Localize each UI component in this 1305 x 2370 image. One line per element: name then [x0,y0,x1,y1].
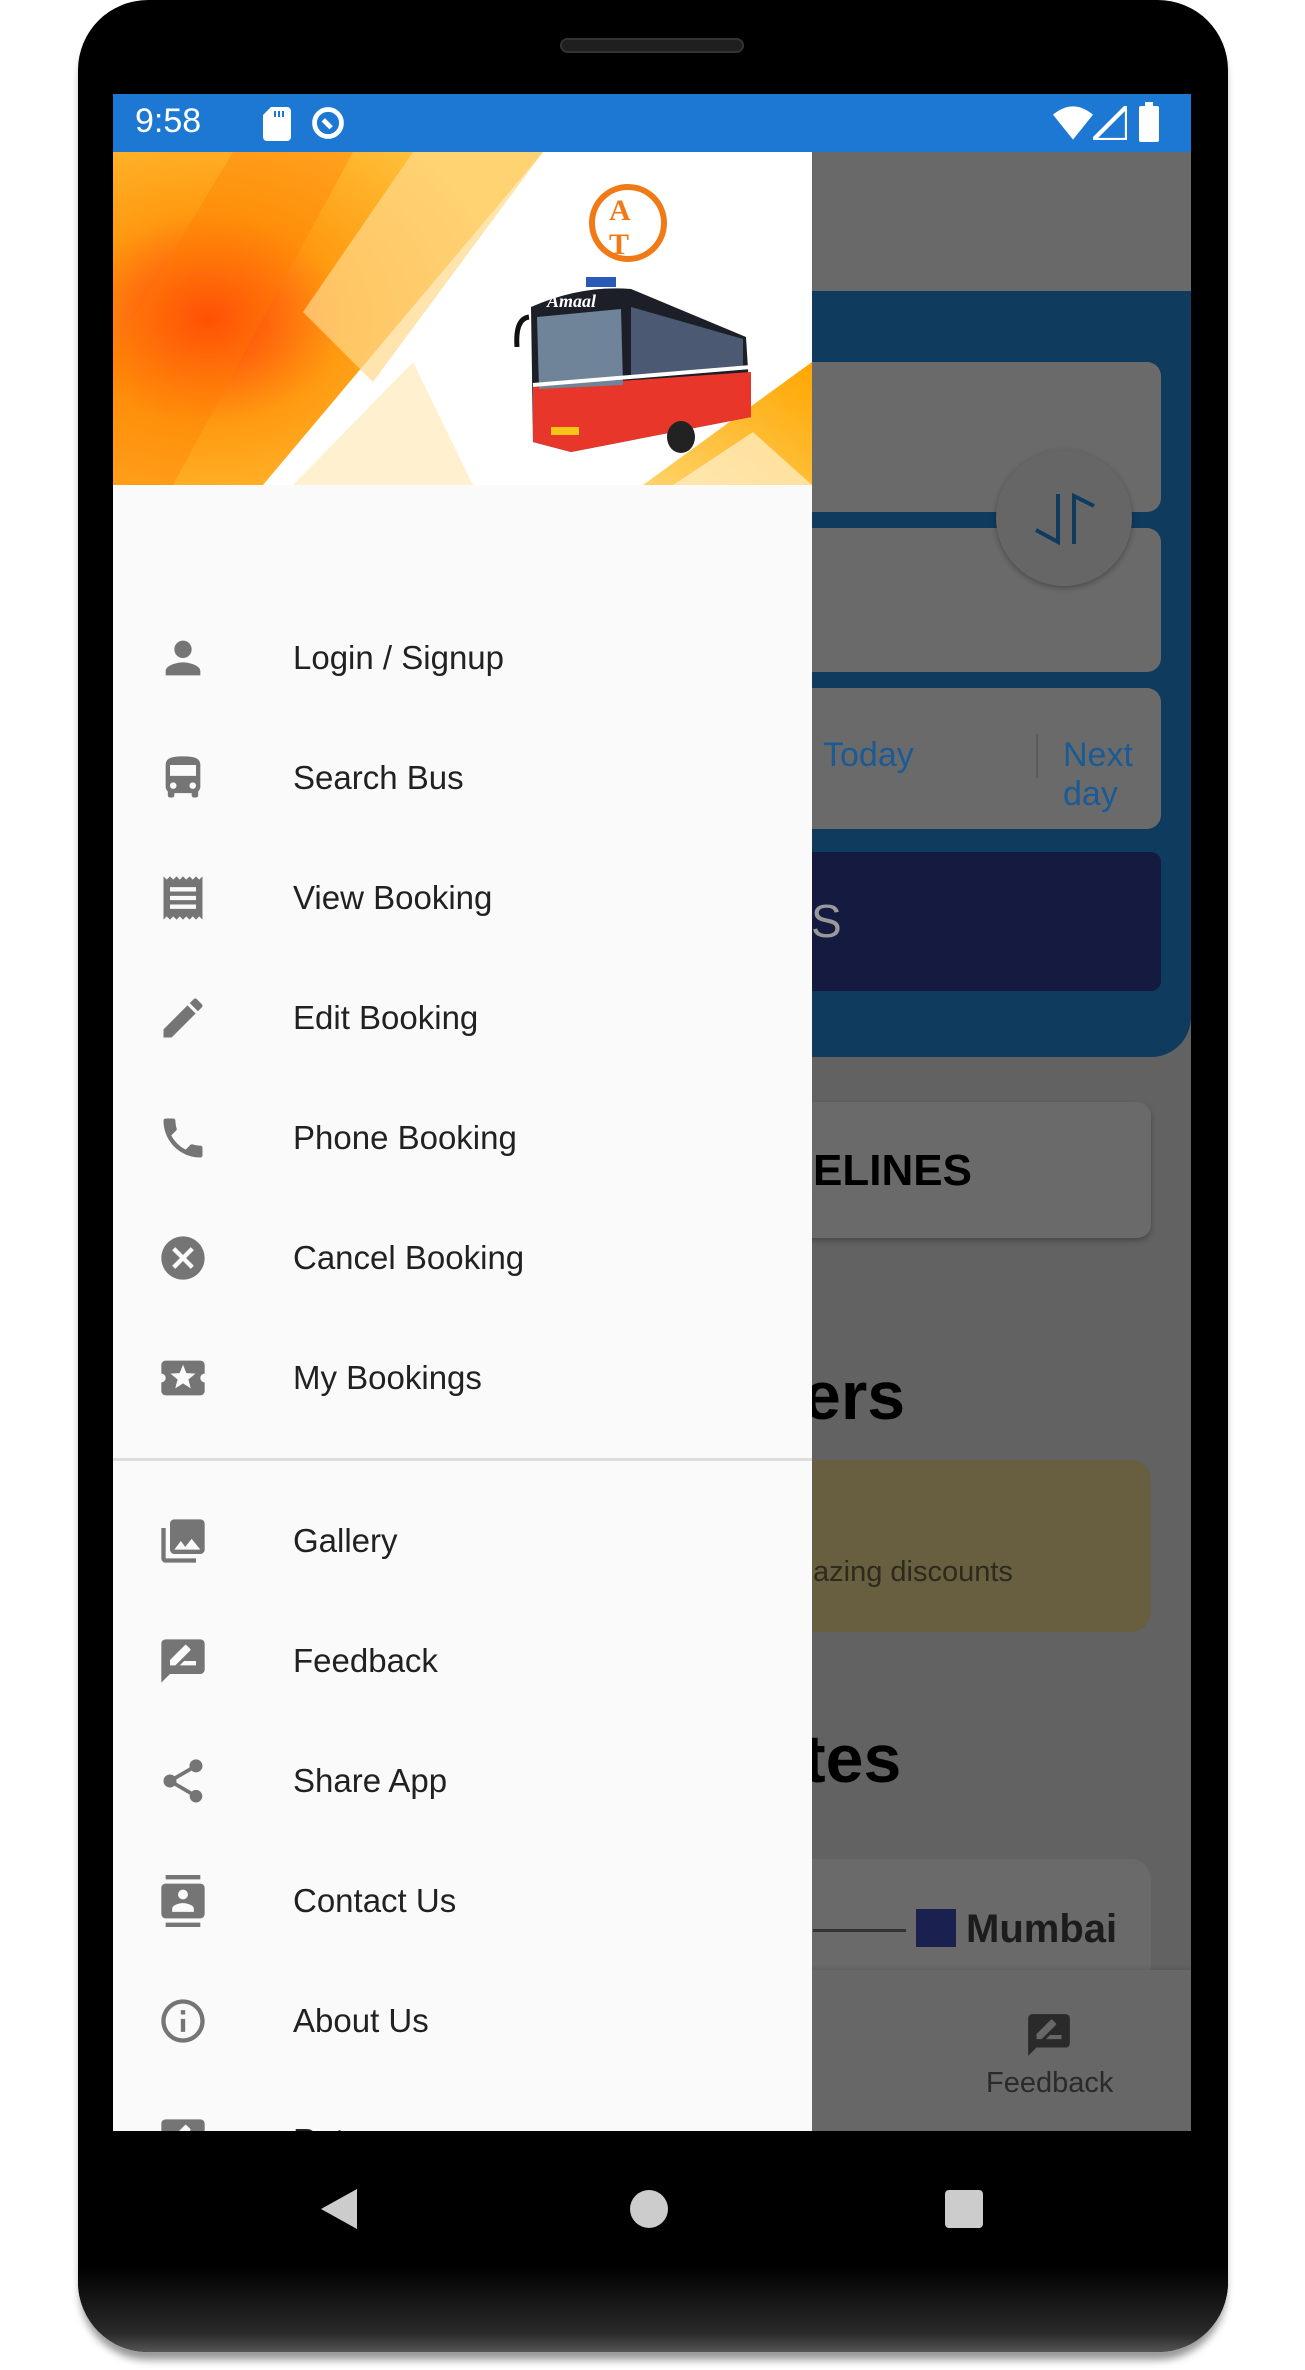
cancel-icon [161,1236,205,1280]
drawer-item-label: Gallery [293,1522,398,1559]
bottom-nav-feedback[interactable]: Feedback [986,2067,1113,2100]
destination-marker [916,1909,956,1947]
logo-text: A T [609,194,632,261]
signal-icon [1093,106,1127,140]
drawer-item-gallery[interactable]: Gallery [113,1486,812,1596]
route-line [813,1929,906,1932]
offers-heading: ers [803,1358,906,1434]
bus-image: Amaal [514,277,752,453]
routes-heading: tes [803,1721,902,1797]
home-icon[interactable] [630,2190,668,2228]
drawer-item-view-booking[interactable]: View Booking [113,843,812,953]
photo-library-icon [161,1519,205,1563]
wifi-icon [1053,106,1093,140]
drawer-item-label: Feedback [293,1642,438,1679]
drawer-item-label: Search Bus [293,759,464,796]
drawer-header: A T Amaal [113,152,812,485]
back-icon[interactable] [321,2189,357,2229]
drawer-item-feedback[interactable]: Feedback [113,1606,812,1716]
drawer-item-rate-us[interactable]: Rate us [113,2086,812,2131]
rate-review-icon [161,1639,205,1683]
drawer-item-contact-us[interactable]: Contact Us [113,1846,812,1956]
today-option[interactable]: Today [823,736,914,775]
drawer-item-about-us[interactable]: About Us [113,1966,812,2076]
data-saver-icon [312,107,344,139]
drawer-item-label: My Bookings [293,1359,482,1396]
contacts-icon [161,1875,205,1927]
drawer-item-label: Login / Signup [293,639,505,676]
drawer-item-label: View Booking [293,879,493,916]
system-nav-bar [113,2131,1191,2251]
drawer-item-label: Phone Booking [293,1119,517,1156]
edit-icon [163,998,203,1038]
drawer-item-label: Share App [293,1762,448,1799]
route-destination: Mumbai [966,1907,1118,1951]
drawer-item-label: Edit Booking [293,999,479,1036]
drawer-item-login-signup[interactable]: Login / Signup [113,603,812,713]
person-icon [165,640,201,676]
drawer-item-search-bus[interactable]: Search Bus [113,723,812,833]
next-day-option[interactable]: Next day [1063,736,1161,814]
drawer-item-label: Contact Us [293,1882,457,1919]
battery-icon [1139,102,1159,142]
drawer-item-label: About Us [293,2002,429,2039]
drawer-item-my-bookings[interactable]: My Bookings [113,1323,812,1433]
guidelines-label: ELINES [813,1146,972,1195]
bus-icon [165,756,201,798]
status-time: 9:58 [135,102,202,140]
drawer-item-share-app[interactable]: Share App [113,1726,812,1836]
screen: 9:58 Today Next day S ELINES ers azing d… [113,94,1191,2131]
bus-brand: Amaal [546,291,596,311]
phone-icon [163,1118,203,1158]
rate-review-icon [161,2119,205,2131]
ticket-star-icon [161,1360,205,1396]
info-icon [161,1999,205,2043]
phone-speaker [560,38,744,53]
drawer-item-label: Rate us [293,2122,407,2131]
drawer-item-label: Cancel Booking [293,1239,525,1276]
search-button-label: S [811,895,842,947]
drawer-item-phone-booking[interactable]: Phone Booking [113,1083,812,1193]
divider [1036,734,1038,778]
drawer-item-cancel-booking[interactable]: Cancel Booking [113,1203,812,1313]
swap-arrows-icon [1035,492,1095,546]
drawer-divider [113,1458,812,1461]
swap-button[interactable] [996,450,1132,586]
company-logo: A T [589,184,667,262]
recents-icon[interactable] [945,2190,983,2228]
feedback-icon[interactable] [1024,2010,1074,2060]
status-bar: 9:58 [113,94,1191,152]
offer-text: azing discounts [813,1556,1013,1588]
share-icon [163,1759,203,1803]
drawer-item-edit-booking[interactable]: Edit Booking [113,963,812,1073]
sd-card-icon [263,107,291,141]
receipt-icon [163,876,203,920]
navigation-drawer: A T Amaal Login / Signup Search Bus View B… [113,152,812,2131]
